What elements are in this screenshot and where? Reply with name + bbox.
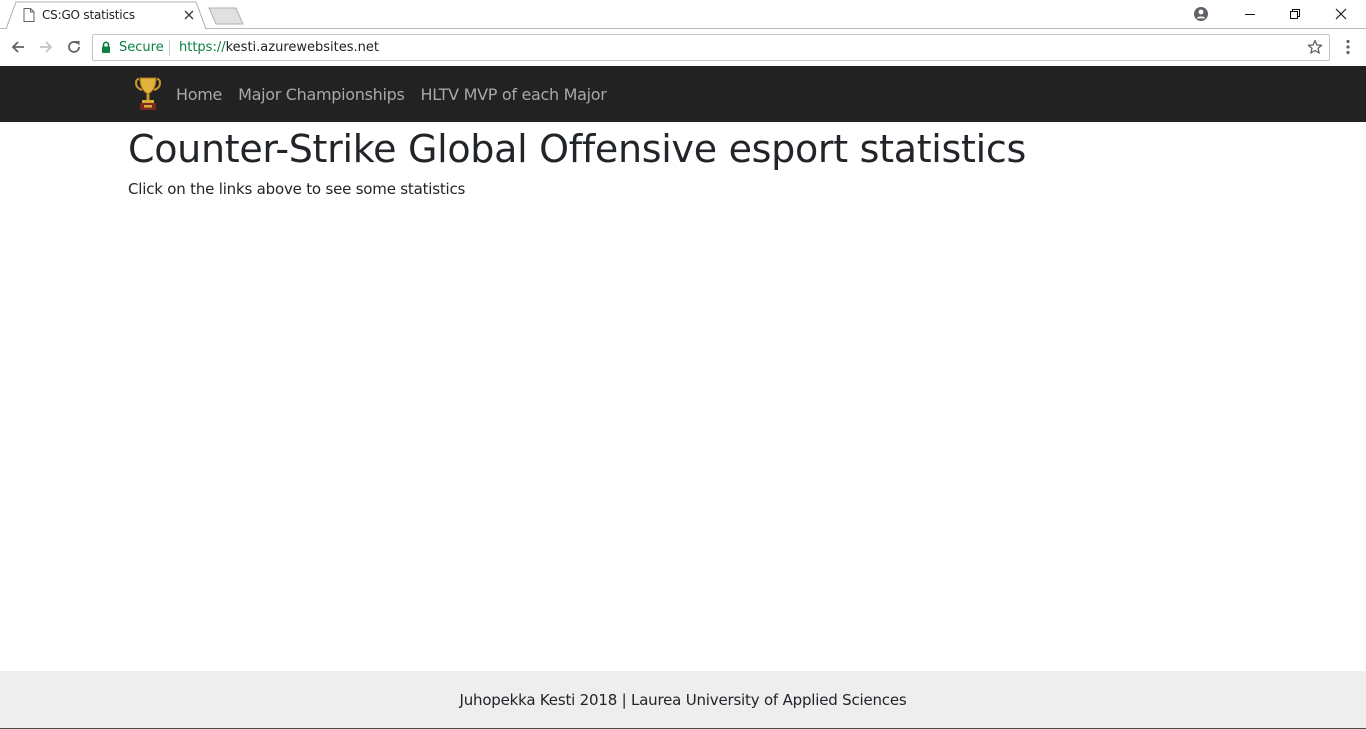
restore-button[interactable] (1272, 0, 1318, 28)
footer-text: Juhopekka Kesti 2018 | Laurea University… (459, 691, 907, 709)
security-label: Secure (119, 40, 164, 55)
lock-icon (102, 41, 110, 53)
new-tab-button[interactable] (206, 5, 246, 25)
page-subtext: Click on the links above to see some sta… (128, 180, 466, 198)
reload-button[interactable] (64, 37, 84, 57)
address-bar[interactable]: Secure https://kesti.azurewebsites.net (92, 34, 1330, 61)
browser-menu-button[interactable] (1338, 37, 1358, 57)
browser-tab-active[interactable]: CS:GO statistics (6, 1, 206, 29)
page-title: Counter-Strike Global Offensive esport s… (128, 127, 1027, 171)
close-icon (1335, 8, 1347, 20)
window-close-button[interactable] (1318, 0, 1364, 28)
browser-tabstrip: CS:GO statistics (0, 0, 1366, 30)
url-scheme: https:// (179, 40, 226, 55)
site-navbar: Home Major Championships HLTV MVP of eac… (0, 66, 1366, 122)
nav-links: Home Major Championships HLTV MVP of eac… (176, 66, 623, 122)
nav-link-major-championships[interactable]: Major Championships (238, 85, 405, 104)
back-button[interactable] (8, 37, 28, 57)
profile-button[interactable] (1178, 0, 1224, 28)
forward-arrow-icon (40, 41, 53, 53)
minimize-icon (1245, 14, 1255, 15)
trophy-icon[interactable] (134, 76, 162, 112)
profile-icon (1194, 7, 1208, 21)
restore-icon (1290, 9, 1300, 19)
back-arrow-icon (11, 41, 24, 53)
forward-button[interactable] (36, 37, 56, 57)
nav-link-home[interactable]: Home (176, 85, 222, 104)
page-icon (23, 8, 35, 22)
omnibox-separator (169, 40, 170, 56)
tab-close-icon[interactable] (182, 8, 196, 22)
minimize-button[interactable] (1227, 0, 1273, 28)
tab-title: CS:GO statistics (42, 8, 135, 22)
url-text[interactable]: https://kesti.azurewebsites.net (179, 40, 379, 55)
reload-icon (68, 41, 80, 53)
kebab-menu-icon (1346, 39, 1350, 55)
url-host: kesti.azurewebsites.net (225, 40, 379, 55)
main-content: Counter-Strike Global Offensive esport s… (128, 122, 1228, 198)
site-footer: Juhopekka Kesti 2018 | Laurea University… (0, 671, 1366, 729)
star-icon[interactable] (1307, 39, 1323, 55)
browser-toolbar: Secure https://kesti.azurewebsites.net (0, 29, 1366, 66)
nav-link-hltv-mvp[interactable]: HLTV MVP of each Major (421, 85, 607, 104)
